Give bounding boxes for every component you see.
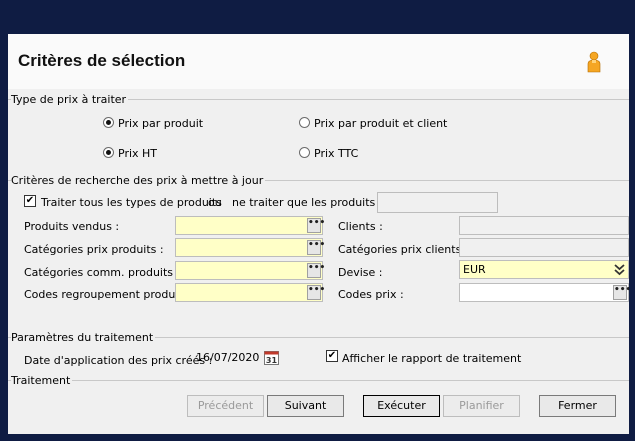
traiter-tous-checkbox[interactable]: ✔: [24, 195, 36, 207]
section-type-prix: Type de prix à traiter: [8, 93, 629, 106]
dialog-header: Critères de sélection: [8, 34, 629, 89]
section-traitement-label: Traitement: [11, 374, 73, 387]
devise-label: Devise :: [338, 266, 383, 279]
categories-prix-produits-browse-button[interactable]: •••: [307, 240, 325, 255]
radio-prix-ht[interactable]: [103, 147, 114, 158]
chevron-down-icon[interactable]: [613, 263, 626, 276]
section-traitement: Traitement: [8, 374, 629, 387]
section-parametres: Paramètres du traitement: [8, 331, 629, 344]
categories-prix-clients-field[interactable]: [459, 238, 629, 257]
ne-traiter-que-field[interactable]: [377, 192, 498, 213]
calendar-icon[interactable]: 31: [264, 350, 279, 365]
precedent-button[interactable]: Précédent: [187, 395, 264, 417]
devise-select[interactable]: EUR: [459, 260, 629, 279]
produits-vendus-label: Produits vendus :: [24, 220, 120, 233]
clients-label: Clients :: [338, 220, 383, 233]
radio-prix-par-produit-label: Prix par produit: [118, 117, 204, 130]
codes-regroupement-label: Codes regroupement produits :: [24, 288, 196, 301]
ne-traiter-que-label: ne traiter que les produits :: [232, 196, 383, 209]
page-title: Critères de sélection: [18, 51, 186, 70]
codes-prix-label: Codes prix :: [338, 288, 404, 301]
executer-button[interactable]: Exécuter: [363, 395, 440, 417]
radio-prix-par-produit[interactable]: [103, 117, 114, 128]
afficher-rapport-label: Afficher le rapport de traitement: [342, 352, 522, 365]
categories-prix-produits-label: Catégories prix produits :: [24, 243, 164, 256]
radio-prix-par-produit-client-label: Prix par produit et client: [314, 117, 448, 130]
radio-prix-ttc-label: Prix TTC: [314, 147, 359, 160]
categories-prix-clients-label: Catégories prix clients :: [338, 243, 469, 256]
afficher-rapport-checkbox[interactable]: ✔: [326, 350, 338, 362]
codes-prix-field[interactable]: •••: [459, 283, 629, 302]
produits-vendus-browse-button[interactable]: •••: [307, 218, 325, 233]
date-application-label: Date d'application des prix créés :: [24, 354, 213, 367]
traiter-tous-label: Traiter tous les types de produits: [41, 196, 222, 209]
dialog-window: Critères de sélection Type de prix à tra…: [8, 34, 629, 434]
codes-prix-browse-button[interactable]: •••: [613, 285, 629, 300]
section-criteres-label: Critères de recherche des prix à mettre …: [11, 174, 266, 187]
planifier-button[interactable]: Planifier: [443, 395, 520, 417]
fermer-button[interactable]: Fermer: [539, 395, 616, 417]
codes-regroupement-field[interactable]: •••: [175, 283, 325, 302]
user-icon[interactable]: [586, 51, 602, 73]
radio-prix-ht-label: Prix HT: [118, 147, 158, 160]
codes-regroupement-browse-button[interactable]: •••: [307, 285, 325, 300]
section-type-prix-label: Type de prix à traiter: [11, 93, 129, 106]
categories-comm-produits-label: Catégories comm. produits :: [24, 266, 181, 279]
produits-vendus-field[interactable]: •••: [175, 216, 325, 235]
devise-value: EUR: [463, 263, 486, 276]
categories-prix-produits-field[interactable]: •••: [175, 238, 325, 257]
radio-prix-par-produit-client[interactable]: [299, 117, 310, 128]
categories-comm-produits-browse-button[interactable]: •••: [307, 263, 325, 278]
ou-label: ou: [208, 196, 222, 209]
clients-field[interactable]: [459, 216, 629, 235]
suivant-button[interactable]: Suivant: [267, 395, 344, 417]
radio-prix-ttc[interactable]: [299, 147, 310, 158]
categories-comm-produits-field[interactable]: •••: [175, 261, 325, 280]
date-application-value: 16/07/2020: [196, 351, 260, 364]
calendar-day: 31: [266, 356, 278, 365]
section-criteres: Critères de recherche des prix à mettre …: [8, 174, 629, 187]
section-parametres-label: Paramètres du traitement: [11, 331, 156, 344]
